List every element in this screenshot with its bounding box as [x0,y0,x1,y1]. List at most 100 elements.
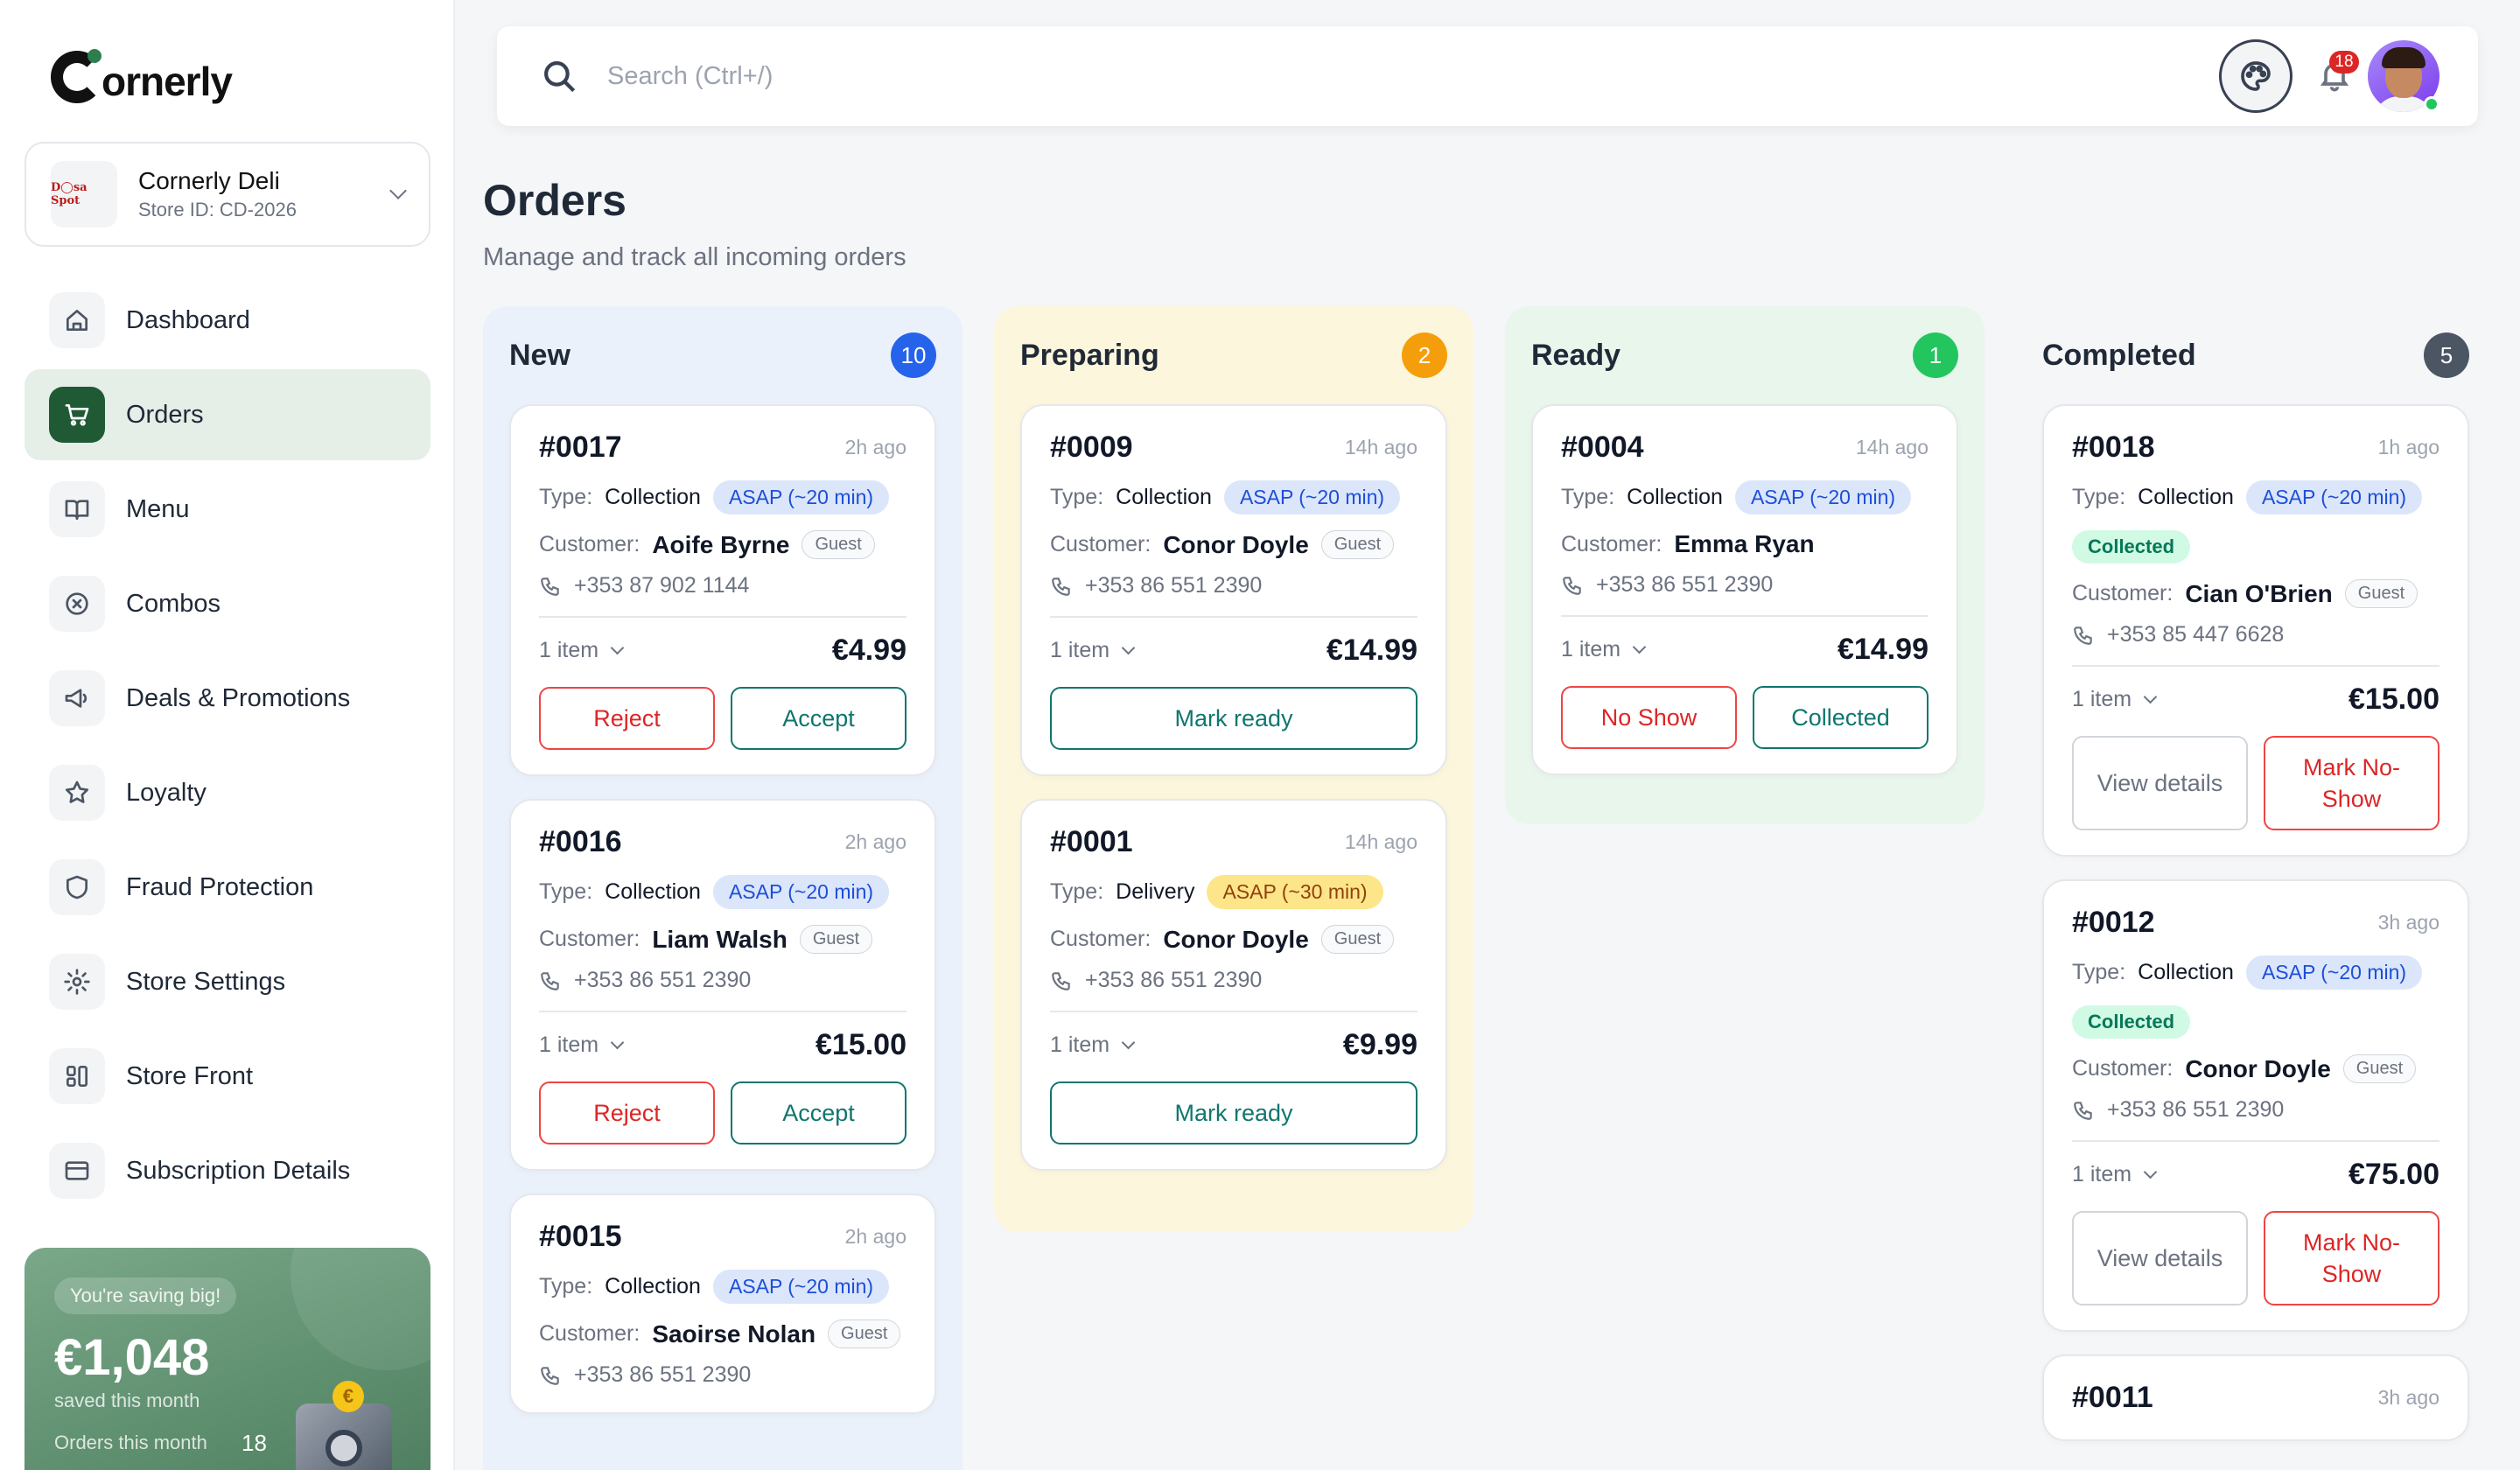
customer-label: Customer: [2072,581,2174,606]
customer-phone[interactable]: +353 86 551 2390 [539,968,906,993]
column-count-badge: 5 [2424,332,2469,378]
top-bar: 18 [497,26,2478,126]
items-toggle[interactable]: 1 item [1050,638,1136,663]
chevron-down-icon [2143,1165,2158,1180]
eta-badge: ASAP (~20 min) [1223,480,1401,514]
items-toggle[interactable]: 1 item [2072,687,2158,712]
brand-name: ornerly [102,59,233,104]
items-toggle[interactable]: 1 item [539,638,625,663]
home-icon [49,292,105,348]
chevron-down-icon [610,640,625,655]
store-id: Store ID: CD-2026 [138,199,297,220]
coin-icon: € [332,1381,364,1412]
order-card[interactable]: #0015 2h ago Type: Collection ASAP (~20 min)… [509,1194,936,1414]
column-ready: Ready 1 #0004 14h ago Type: Collection ASAP (~… [1505,306,1984,824]
cart-icon [49,387,105,443]
order-id: #0016 [539,825,622,858]
notification-count-badge: 18 [2329,51,2359,74]
mark-ready-button[interactable]: Mark ready [1050,687,1418,750]
sidebar-item-orders[interactable]: Orders [24,369,430,460]
order-type: Collection [2138,485,2234,509]
phone-number: +353 86 551 2390 [574,968,752,992]
guest-badge: Guest [802,530,875,559]
order-age: 1h ago [2377,436,2440,458]
chevron-down-icon [610,1035,625,1050]
order-card[interactable]: #0001 14h ago Type: Delivery ASAP (~30 min) C… [1020,799,1447,1171]
customer-label: Customer: [539,1321,640,1346]
column-header: New 10 [509,306,936,404]
order-id: #0015 [539,1220,622,1253]
view-details-button[interactable]: View details [2072,736,2248,830]
order-card[interactable]: #0009 14h ago Type: Collection ASAP (~20 min… [1020,404,1447,776]
collected-button[interactable]: Collected [1753,686,1928,749]
customer-phone[interactable]: +353 87 902 1144 [539,573,906,598]
reject-button[interactable]: Reject [539,1082,715,1144]
order-card[interactable]: #0012 3h ago Type: Collection ASAP (~20 min)… [2042,879,2469,1332]
customer-name: Conor Doyle [2185,1054,2331,1082]
customer-label: Customer: [1050,532,1152,556]
gear-icon [49,954,105,1010]
order-type: Collection [2138,960,2234,984]
chevron-down-icon [1121,1035,1136,1050]
sidebar-item-deals-promotions[interactable]: Deals & Promotions [24,653,430,744]
items-toggle[interactable]: 1 item [539,1032,625,1058]
savings-badge: You're saving big! [54,1278,237,1314]
order-card[interactable]: #0017 2h ago Type: Collection ASAP (~20 min)… [509,404,936,776]
page-title: Orders [483,176,626,225]
mark-ready-button[interactable]: Mark ready [1050,1082,1418,1144]
order-total: €9.99 [1342,1028,1418,1061]
items-toggle[interactable]: 1 item [2072,1162,2158,1187]
order-card[interactable]: #0016 2h ago Type: Collection ASAP (~20 min)… [509,799,936,1171]
sidebar-item-loyalty[interactable]: Loyalty [24,747,430,838]
item-count: 1 item [1561,637,1621,662]
brand-logo[interactable]: ornerly [51,46,233,105]
sidebar-item-store-front[interactable]: Store Front [24,1031,430,1122]
order-card[interactable]: #0018 1h ago Type: Collection ASAP (~20 min)… [2042,404,2469,857]
order-age: 14h ago [1344,436,1418,458]
phone-icon [1052,971,1070,990]
sidebar-item-subscription-details[interactable]: Subscription Details [24,1125,430,1216]
sidebar-item-combos[interactable]: Combos [24,558,430,649]
sidebar-item-label: Store Front [126,1061,254,1090]
store-switcher[interactable]: D◯sa Spot Cornerly Deli Store ID: CD-202… [24,142,430,247]
accept-button[interactable]: Accept [731,687,906,750]
customer-phone[interactable]: +353 86 551 2390 [1561,572,1928,598]
type-label: Type: [1050,485,1104,509]
accept-button[interactable]: Accept [731,1082,906,1144]
no-show-button[interactable]: No Show [1561,686,1737,749]
items-toggle[interactable]: 1 item [1561,637,1647,662]
order-card[interactable]: #0004 14h ago Type: Collection ASAP (~20 min… [1531,404,1958,775]
layout-icon [49,1048,105,1104]
search-input[interactable] [607,52,1920,100]
phone-icon [541,577,559,596]
sidebar-item-fraud-protection[interactable]: Fraud Protection [24,842,430,933]
mark-no-show-button[interactable]: Mark No-Show [2264,1211,2440,1306]
customer-label: Customer: [2072,1056,2174,1081]
order-type: Collection [605,1274,701,1298]
order-id: #0011 [2072,1381,2153,1414]
order-age: 14h ago [1855,436,1928,458]
customer-phone[interactable]: +353 85 447 6628 [2072,622,2440,648]
mark-no-show-button[interactable]: Mark No-Show [2264,736,2440,830]
customer-phone[interactable]: +353 86 551 2390 [1050,968,1418,993]
orders-month-label: Orders this month [54,1432,207,1453]
customer-phone[interactable]: +353 86 551 2390 [1050,573,1418,598]
store-name: Cornerly Deli [138,167,280,194]
items-toggle[interactable]: 1 item [1050,1032,1136,1058]
customer-phone[interactable]: +353 86 551 2390 [539,1362,906,1388]
view-details-button[interactable]: View details [2072,1211,2248,1306]
guest-badge: Guest [1320,530,1395,559]
sidebar-item-store-settings[interactable]: Store Settings [24,936,430,1027]
phone-number: +353 86 551 2390 [1085,573,1263,598]
sidebar-nav: Dashboard Orders Menu Combos Deals & Promoti… [24,275,430,1220]
order-card[interactable]: #0011 3h ago [2042,1354,2469,1441]
column-count-badge: 2 [1402,332,1447,378]
item-count: 1 item [539,638,599,662]
reject-button[interactable]: Reject [539,687,715,750]
phone-number: +353 86 551 2390 [1596,572,1774,597]
customer-phone[interactable]: +353 86 551 2390 [2072,1097,2440,1123]
theme-palette-button[interactable] [2219,39,2292,113]
sidebar-item-dashboard[interactable]: Dashboard [24,275,430,366]
sidebar-item-menu[interactable]: Menu [24,464,430,555]
sidebar-item-label: Orders [126,400,204,429]
